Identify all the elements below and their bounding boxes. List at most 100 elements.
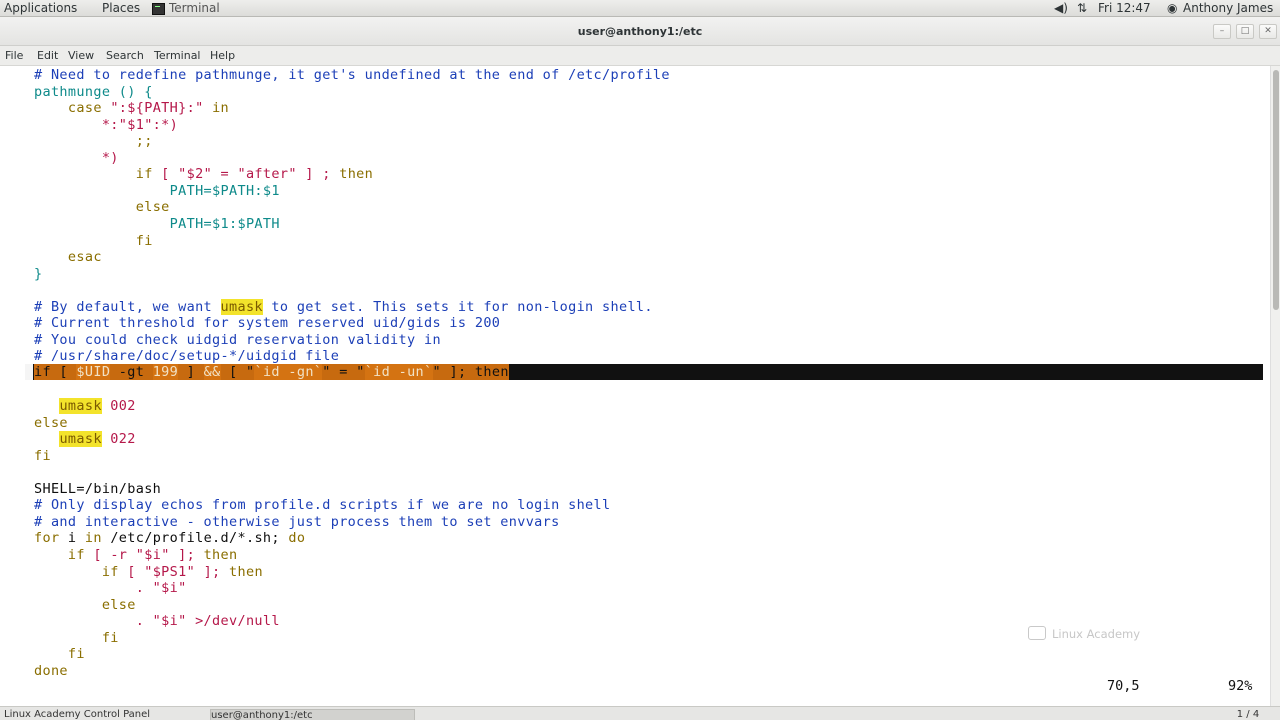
code-token: SHELL=/bin/bash: [34, 480, 162, 497]
code-token: PATH=$1:$PATH: [34, 215, 280, 232]
selected-token: if [: [34, 364, 77, 380]
code-token: in: [84, 530, 102, 547]
code-token: then: [203, 546, 238, 563]
window-title: user@anthony1:/etc: [577, 25, 703, 38]
user-menu[interactable]: Anthony James: [1183, 1, 1273, 15]
active-app-terminal[interactable]: Terminal: [150, 1, 224, 16]
code-line: ;;: [34, 133, 153, 150]
code-token: # By default, we want: [34, 298, 221, 315]
code-line: # By default, we want umask to get set. …: [34, 298, 653, 316]
active-app-label: Terminal: [169, 1, 220, 15]
menu-help[interactable]: Help: [210, 49, 235, 62]
cursor-position: 70,5: [1107, 678, 1140, 694]
code-line: PATH=$PATH:$1: [34, 183, 280, 200]
bottom-taskbar: Linux Academy Control Panel user@anthony…: [0, 706, 1280, 720]
code-line: else: [34, 199, 170, 216]
code-token: in: [212, 100, 230, 117]
applications-menu[interactable]: Applications: [4, 1, 77, 16]
user-icon: ◉: [1167, 1, 1178, 15]
code-token: 002: [101, 398, 136, 414]
code-token: for: [34, 530, 60, 547]
terminal-text-area[interactable]: [0, 66, 1270, 706]
code-token: # Only display echos from profile.d scri…: [34, 497, 611, 514]
code-token: [ -r "$i" ];: [84, 546, 204, 563]
code-line: fi: [34, 448, 51, 465]
code-line: # You could check uidgid reservation val…: [34, 332, 441, 349]
code-token: if: [67, 546, 85, 563]
watermark: Linux Academy: [1028, 626, 1140, 641]
selected-token: [ ": [220, 364, 255, 380]
code-token: then: [339, 166, 374, 183]
code-token: *:"$1":*): [34, 116, 179, 133]
menu-edit[interactable]: Edit: [37, 49, 58, 62]
code-token: esac: [67, 249, 102, 266]
close-button[interactable]: ✕: [1259, 24, 1277, 39]
selected-token: `id -gn`: [254, 364, 323, 380]
code-line: for i in /etc/profile.d/*.sh; do: [34, 530, 305, 547]
cursor-line-text: if [ $UID -gt 199 ] && [ "`id -gn`" = "`…: [34, 364, 509, 380]
code-line: # /usr/share/doc/setup-*/uidgid file: [34, 348, 339, 365]
code-token: ;;: [34, 133, 153, 150]
selected-token: `id -un`: [364, 364, 433, 380]
code-line: PATH=$1:$PATH: [34, 216, 280, 233]
code-line: }: [34, 266, 42, 283]
maximize-button[interactable]: □: [1236, 24, 1254, 39]
scrollbar-thumb[interactable]: [1273, 70, 1279, 310]
menu-view[interactable]: View: [68, 49, 94, 62]
code-line: esac: [34, 249, 102, 266]
code-line: else: [34, 415, 68, 432]
text-cursor: [25, 364, 33, 380]
taskbar-item-control-panel[interactable]: Linux Academy Control Panel: [4, 709, 200, 720]
menubar: File Edit View Search Terminal Help: [0, 46, 1280, 66]
scrollbar[interactable]: [1270, 66, 1280, 706]
selected-token: " ]; then: [432, 364, 509, 380]
scroll-percent: 92%: [1228, 678, 1253, 694]
code-token: if: [135, 166, 153, 183]
code-token: then: [229, 563, 263, 580]
network-icon[interactable]: ⇅: [1077, 1, 1087, 15]
code-line: else: [34, 597, 136, 614]
code-token: fi: [135, 232, 153, 249]
code-token: if: [101, 563, 119, 580]
watermark-text: Linux Academy: [1052, 627, 1141, 641]
code-token: # Need to redefine pathmunge, it get's u…: [34, 67, 670, 83]
code-token: fi: [67, 646, 85, 663]
code-token: # Current threshold for system reserved …: [34, 315, 501, 332]
code-token: # and interactive - otherwise just proce…: [34, 513, 560, 530]
code-token: else: [135, 199, 170, 216]
selected-token: &&: [203, 364, 221, 380]
selected-token: -gt: [110, 364, 153, 380]
code-line: fi: [34, 630, 119, 647]
code-token: else: [101, 596, 136, 613]
code-token: [ "$2" = "after" ] ;: [152, 166, 340, 183]
code-token: [ "$PS1" ];: [118, 563, 230, 580]
menu-search[interactable]: Search: [106, 49, 144, 62]
clock[interactable]: Fri 12:47: [1098, 1, 1151, 15]
volume-icon[interactable]: ◀): [1054, 1, 1068, 15]
window-titlebar[interactable]: user@anthony1:/etc – □ ✕: [0, 17, 1280, 46]
code-line: done: [34, 663, 68, 680]
menu-file[interactable]: File: [5, 49, 23, 62]
menu-terminal[interactable]: Terminal: [154, 49, 201, 62]
workspace-indicator[interactable]: 1 / 4: [1220, 709, 1276, 720]
code-token: . "$i": [34, 580, 187, 597]
top-bar: Applications Places Terminal ◀) ⇅ Fri 12…: [0, 0, 1280, 17]
code-line: # Current threshold for system reserved …: [34, 315, 500, 332]
code-token: case: [67, 100, 102, 117]
taskbar-item-terminal[interactable]: user@anthony1:/etc: [210, 709, 415, 720]
places-menu[interactable]: Places: [102, 1, 140, 16]
minimize-button[interactable]: –: [1213, 24, 1231, 39]
code-line: *:"$1":*): [34, 117, 178, 134]
search-match: umask: [59, 398, 102, 414]
code-token: to get set. This sets it for non-login s…: [262, 298, 653, 315]
code-token: done: [34, 662, 68, 679]
code-line: SHELL=/bin/bash: [34, 481, 161, 498]
